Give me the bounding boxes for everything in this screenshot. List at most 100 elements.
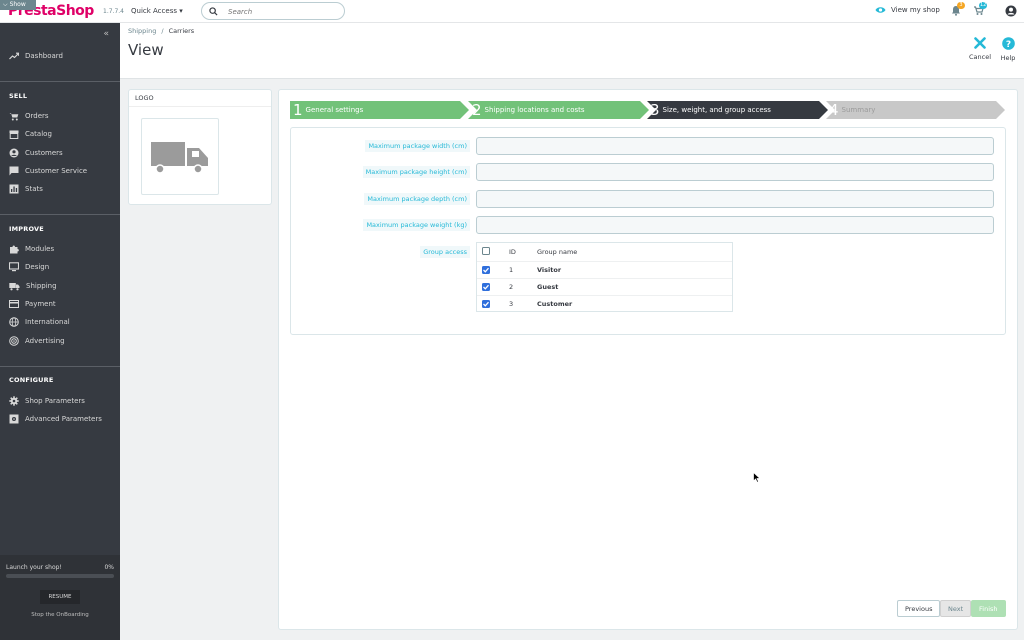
bar-chart-icon: [9, 184, 19, 194]
gear-icon: [9, 396, 19, 406]
user-avatar-icon: [1005, 5, 1017, 17]
group-id: 2: [509, 283, 514, 291]
onboarding-percent: 0%: [104, 564, 114, 571]
resume-onboarding-button[interactable]: RESUME: [40, 590, 80, 604]
sidebar-item-label: Customer Service: [25, 167, 88, 175]
checkmark-icon: [483, 267, 489, 273]
sidebar-item-label: Shop Parameters: [25, 397, 85, 405]
sidebar-item-label: Payment: [25, 300, 56, 308]
step-label: General settings: [305, 106, 364, 114]
sidebar-item-payment[interactable]: Payment: [0, 296, 120, 312]
step-4[interactable]: 4 Summary: [827, 101, 875, 119]
step-label: Summary: [841, 106, 876, 114]
max-depth-field[interactable]: [476, 190, 994, 208]
page-header: Shipping / Carriers View Cancel ? Help: [120, 23, 1024, 79]
sidebar-item-label: Dashboard: [25, 52, 63, 60]
cancel-button[interactable]: Cancel: [967, 37, 993, 61]
cart-icon: [9, 112, 19, 120]
chat-icon: [9, 166, 19, 176]
collapse-sidebar-icon[interactable]: «: [103, 29, 109, 39]
select-all-checkbox[interactable]: [482, 247, 490, 255]
onboarding-title: Launch your shop!: [6, 564, 62, 571]
close-icon: [974, 37, 986, 49]
sidebar-item-international[interactable]: International: [0, 314, 120, 330]
quick-access-dropdown[interactable]: Quick Access ▾: [131, 7, 183, 15]
label-wrap: Maximum package height (cm): [290, 166, 470, 178]
max-height-label: Maximum package height (cm): [362, 166, 470, 178]
breadcrumb-separator: /: [161, 27, 164, 35]
target-icon: [9, 336, 19, 346]
step-2[interactable]: 2 Shipping locations and costs: [470, 101, 585, 119]
previous-button[interactable]: Previous: [897, 600, 941, 617]
sidebar-item-stats[interactable]: Stats: [0, 181, 120, 197]
sidebar-item-label: Stats: [25, 185, 43, 193]
group-access-table: ID Group name 1 Visitor 2 Guest 3 Custom…: [476, 242, 733, 312]
group-name: Guest: [537, 283, 559, 291]
sidebar-item-label: Advanced Parameters: [25, 415, 102, 423]
column-header-id: ID: [509, 248, 516, 256]
finish-button[interactable]: Finish: [971, 600, 1006, 617]
label-wrap: Maximum package depth (cm): [290, 193, 470, 205]
breadcrumb-current[interactable]: Carriers: [169, 27, 195, 35]
sidebar-item-label: Modules: [25, 245, 55, 253]
group-id: 1: [509, 266, 514, 274]
max-depth-label: Maximum package depth (cm): [364, 193, 470, 205]
help-button[interactable]: ? Help: [995, 37, 1021, 62]
sidebar-item-orders[interactable]: Orders: [0, 108, 120, 124]
step-1[interactable]: 1 General settings: [291, 101, 363, 119]
help-label: Help: [1000, 54, 1016, 62]
sidebar-item-shipping[interactable]: Shipping: [0, 278, 120, 294]
search-input[interactable]: [228, 6, 338, 17]
max-weight-field[interactable]: [476, 216, 994, 234]
table-row: 2 Guest: [477, 279, 732, 296]
label-wrap: Maximum package width (cm): [290, 140, 470, 152]
orders-badge: 12: [979, 2, 988, 9]
sidebar-item-label: Design: [25, 263, 50, 271]
group-checkbox[interactable]: [482, 266, 490, 274]
notifications-badge: 3: [957, 2, 965, 9]
group-name: Customer: [537, 300, 573, 308]
carrier-logo-image: [141, 118, 219, 195]
sidebar-item-label: Shipping: [26, 282, 57, 290]
onboarding-progress-bar: [6, 574, 114, 578]
sidebar-item-advertising[interactable]: Advertising: [0, 333, 120, 349]
table-row: 1 Visitor: [477, 262, 732, 279]
step-number: 2: [472, 101, 482, 119]
label-wrap: Maximum package weight (kg): [290, 219, 470, 231]
max-width-field[interactable]: [476, 137, 994, 155]
stop-onboarding-link[interactable]: Stop the OnBoarding: [0, 612, 120, 618]
group-checkbox[interactable]: [482, 283, 490, 291]
sidebar-item-customer-service[interactable]: Customer Service: [0, 163, 120, 179]
notifications-button[interactable]: 3: [951, 2, 965, 18]
next-button[interactable]: Next: [940, 600, 972, 617]
sidebar-item-advanced-parameters[interactable]: Advanced Parameters: [0, 411, 120, 427]
step-label: Size, weight, and group access: [662, 106, 771, 114]
step-3[interactable]: 3 Size, weight, and group access: [648, 101, 771, 119]
step-number: 4: [829, 101, 839, 119]
truck-icon: [9, 282, 20, 290]
breadcrumb-link-shipping[interactable]: Shipping: [128, 27, 156, 35]
checkmark-icon: [483, 301, 489, 307]
max-weight-label: Maximum package weight (kg): [363, 219, 470, 231]
view-shop-link[interactable]: View my shop: [875, 6, 940, 14]
svg-text:?: ?: [1005, 40, 1010, 50]
sidebar-item-shop-parameters[interactable]: Shop Parameters: [0, 393, 120, 409]
version-label: 1.7.7.4: [103, 8, 124, 15]
table-row: 3 Customer: [477, 296, 732, 313]
section-sell: SELL: [9, 92, 28, 100]
sidebar-item-label: International: [25, 318, 70, 326]
orders-button[interactable]: 12: [973, 2, 988, 18]
checkmark-icon: [483, 284, 489, 290]
max-height-field[interactable]: [476, 163, 994, 181]
account-button[interactable]: [1005, 5, 1017, 19]
logo-panel-heading: LOGO: [129, 90, 271, 107]
divider: [0, 81, 120, 82]
search-icon[interactable]: [209, 7, 218, 16]
sidebar-item-modules[interactable]: Modules: [0, 241, 120, 257]
sidebar-item-catalog[interactable]: Catalog: [0, 126, 120, 142]
sidebar-item-customers[interactable]: Customers: [0, 145, 120, 161]
sidebar-item-dashboard[interactable]: Dashboard: [0, 48, 120, 64]
section-improve: IMPROVE: [9, 225, 44, 233]
group-checkbox[interactable]: [482, 300, 490, 308]
sidebar-item-design[interactable]: Design: [0, 259, 120, 275]
